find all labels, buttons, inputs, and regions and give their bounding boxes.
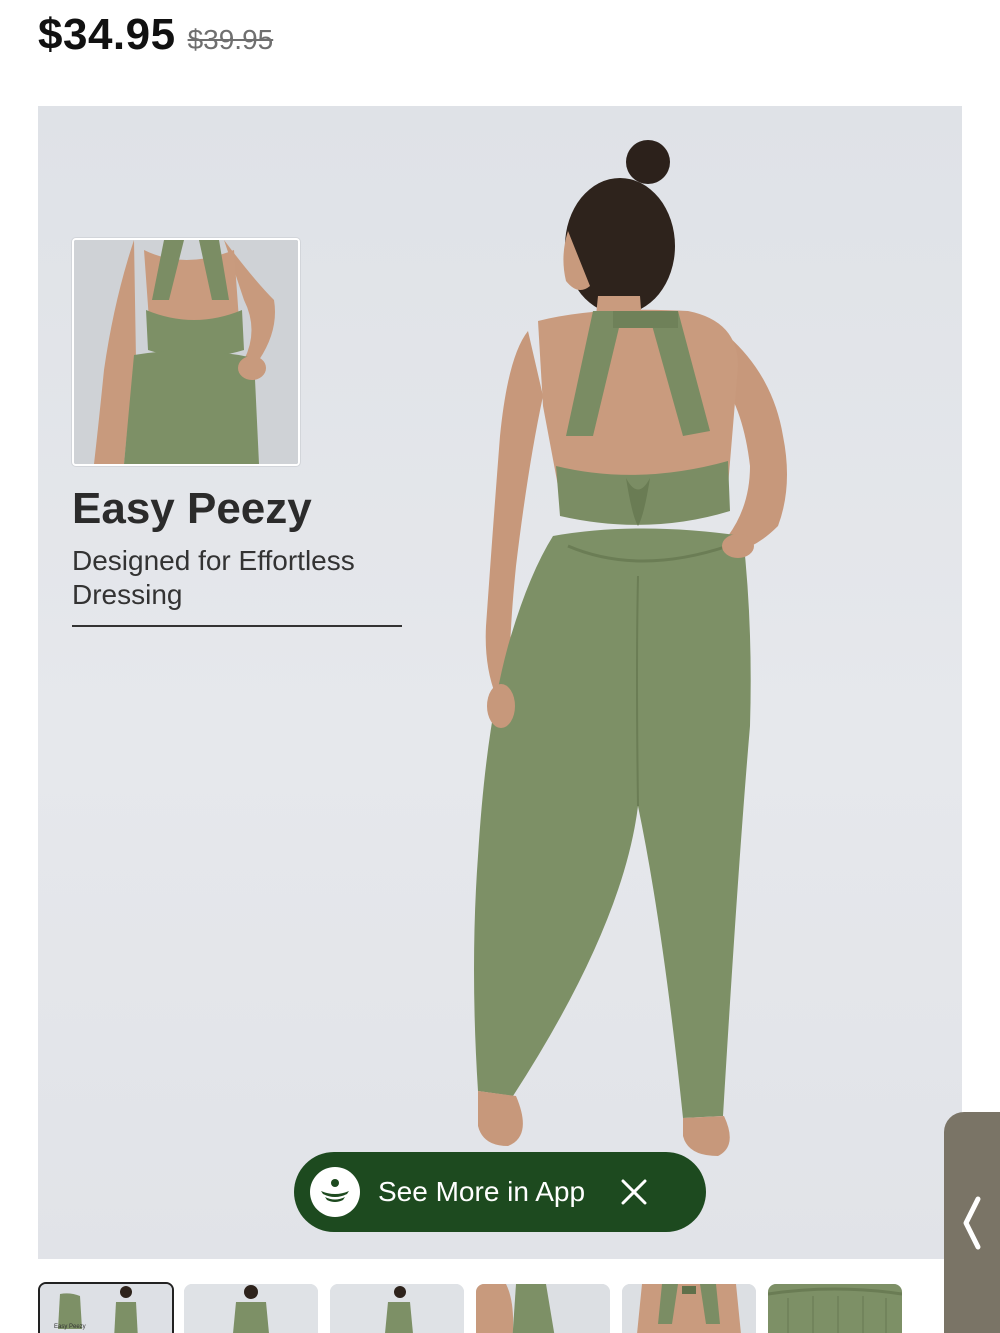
thumbnail-5[interactable] [622,1284,756,1333]
thumbnail-6[interactable] [768,1284,902,1333]
app-logo-icon [310,1167,360,1217]
thumbnail-3[interactable] [330,1284,464,1333]
see-more-in-app-label: See More in App [378,1176,586,1207]
see-more-in-app-banner[interactable]: See More in App [294,1152,706,1232]
thumbnail-1[interactable]: Easy Peezy [38,1282,174,1333]
feature-divider [72,625,402,627]
thumbnail-caption: Easy Peezy [54,1324,86,1330]
price-row: $34.95 $39.95 [38,10,273,70]
detail-inset-image [72,238,300,466]
thumbnail-4[interactable] [476,1284,610,1333]
product-main-image[interactable]: Easy Peezy Designed for Effortless Dress… [38,106,962,1259]
detail-inset-illustration [74,240,298,464]
original-price: $39.95 [187,24,274,55]
thumbnail-strip: Easy Peezy [38,1282,962,1333]
chevron-left-icon [963,1196,981,1249]
close-icon[interactable] [619,1177,649,1207]
current-price: $34.95 [38,10,176,59]
thumbnail-2[interactable] [184,1284,318,1333]
feature-title: Easy Peezy [72,484,312,533]
feature-subtitle: Designed for Effortless Dressing [72,545,355,610]
